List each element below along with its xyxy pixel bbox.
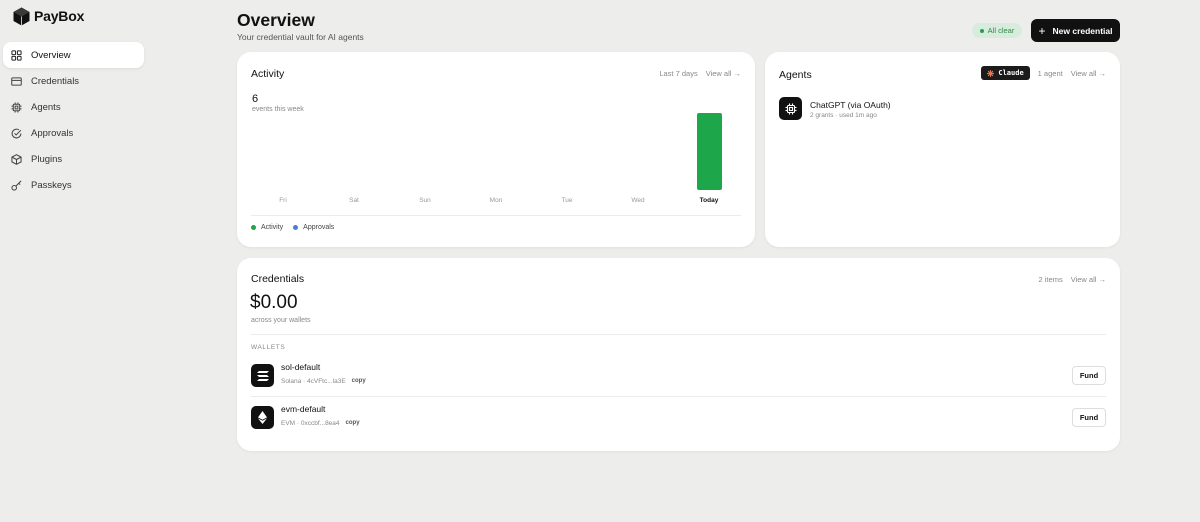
chip-icon (779, 97, 802, 120)
claude-chip-label: Claude (998, 69, 1024, 77)
grid-icon (11, 49, 22, 61)
plus-icon: + (1038, 23, 1046, 38)
cube-icon (11, 153, 22, 165)
legend-item-activity: Activity (251, 224, 283, 231)
fund-button[interactable]: Fund (1072, 366, 1106, 385)
claude-icon (987, 69, 995, 77)
agents-view-all-link[interactable]: View all → (1071, 69, 1106, 78)
brand-name: PayBox (34, 8, 85, 24)
sidebar-item-overview[interactable]: Overview (3, 42, 144, 68)
credentials-title: Credentials (251, 273, 305, 285)
card-icon (11, 76, 22, 86)
agents-card: Agents Claude 1 agent View all → ChatGPT… (765, 52, 1120, 247)
day-label: Sat (349, 197, 359, 204)
legend-label: Activity (261, 224, 284, 231)
day-label: Mon (489, 197, 503, 204)
agents-count: 1 agent (1037, 68, 1063, 78)
new-credential-button[interactable]: + New credential (1031, 19, 1120, 42)
new-credential-label: New credential (1052, 25, 1113, 36)
wallet-row[interactable]: sol-default Solana · 4cVFtc...la3E copy … (251, 360, 1106, 390)
copy-button[interactable]: copy (346, 420, 360, 427)
sidebar-item-label: Credentials (31, 75, 80, 87)
agent-name: ChatGPT (via OAuth) (810, 100, 891, 110)
sidebar-item-plugins[interactable]: Plugins (3, 146, 144, 172)
day-label: Sun (419, 197, 431, 204)
ethereum-icon (251, 406, 274, 429)
chip-icon (11, 101, 22, 113)
page-title: Overview (237, 10, 315, 30)
legend-dot-icon (293, 225, 299, 230)
sidebar-item-credentials[interactable]: Credentials (3, 68, 144, 94)
page-subtitle: Your credential vault for AI agents (237, 32, 364, 42)
activity-count-label: events this week (252, 106, 304, 113)
sidebar-item-passkeys[interactable]: Passkeys (3, 172, 144, 198)
credentials-count: 2 items (1038, 275, 1063, 284)
divider (251, 334, 1106, 335)
activity-card: Activity Last 7 days View all → 6 events… (237, 52, 755, 247)
agents-title: Agents (779, 69, 812, 81)
status-dot-icon (979, 28, 984, 33)
logo-icon (13, 7, 30, 25)
divider (251, 215, 741, 216)
activity-title: Activity (251, 68, 285, 80)
legend-item-approvals: Approvals (293, 224, 334, 231)
wallets-section-label: WALLETS (251, 344, 286, 351)
sidebar: Overview Credentials Agents Approvals Pl… (3, 42, 144, 198)
wallet-address: Solana · 4cVFtc...la3E (281, 378, 346, 385)
day-label: Fri (279, 197, 287, 204)
chart-legend: Activity Approvals (251, 224, 334, 231)
sidebar-item-label: Plugins (31, 153, 63, 165)
divider (251, 396, 1106, 397)
activity-range[interactable]: Last 7 days (659, 69, 697, 78)
check-circle-icon (11, 128, 22, 138)
claude-chip[interactable]: Claude (981, 66, 1030, 80)
wallet-row[interactable]: evm-default EVM · 0xccbf...8ea4 copy Fun… (251, 402, 1106, 432)
activity-count: 6 (252, 93, 259, 105)
agent-meta: 2 grants · used 1m ago (810, 112, 877, 119)
sidebar-item-label: Overview (31, 49, 71, 61)
wallet-name: sol-default (281, 362, 321, 372)
copy-button[interactable]: copy (352, 378, 366, 385)
sidebar-item-label: Agents (31, 101, 61, 113)
legend-dot-icon (251, 225, 256, 230)
balance-amount: $0.00 (250, 292, 298, 313)
legend-label: Approvals (303, 224, 335, 231)
balance-label: across your wallets (251, 317, 311, 324)
credentials-card: Credentials 2 items View all → $0.00 acr… (237, 258, 1120, 451)
day-label-today: Today (699, 197, 719, 204)
wallet-name: evm-default (281, 404, 326, 414)
fund-button[interactable]: Fund (1072, 408, 1106, 427)
key-icon (11, 180, 22, 191)
sidebar-item-agents[interactable]: Agents (3, 94, 144, 120)
brand[interactable]: PayBox (13, 6, 84, 26)
sidebar-item-label: Passkeys (31, 179, 72, 191)
status-badge: All clear (972, 23, 1022, 38)
sidebar-item-approvals[interactable]: Approvals (3, 120, 144, 146)
day-label: Tue (561, 197, 573, 204)
agent-item[interactable]: ChatGPT (via OAuth) 2 grants · used 1m a… (779, 97, 891, 120)
credentials-view-all-link[interactable]: View all → (1071, 275, 1106, 284)
status-label: All clear (987, 26, 1015, 35)
activity-bar (696, 113, 722, 190)
activity-view-all-link[interactable]: View all → (706, 69, 741, 78)
sidebar-item-label: Approvals (31, 127, 74, 139)
wallet-address: EVM · 0xccbf...8ea4 (281, 420, 340, 427)
day-label: Wed (631, 197, 645, 204)
solana-icon (251, 364, 274, 387)
